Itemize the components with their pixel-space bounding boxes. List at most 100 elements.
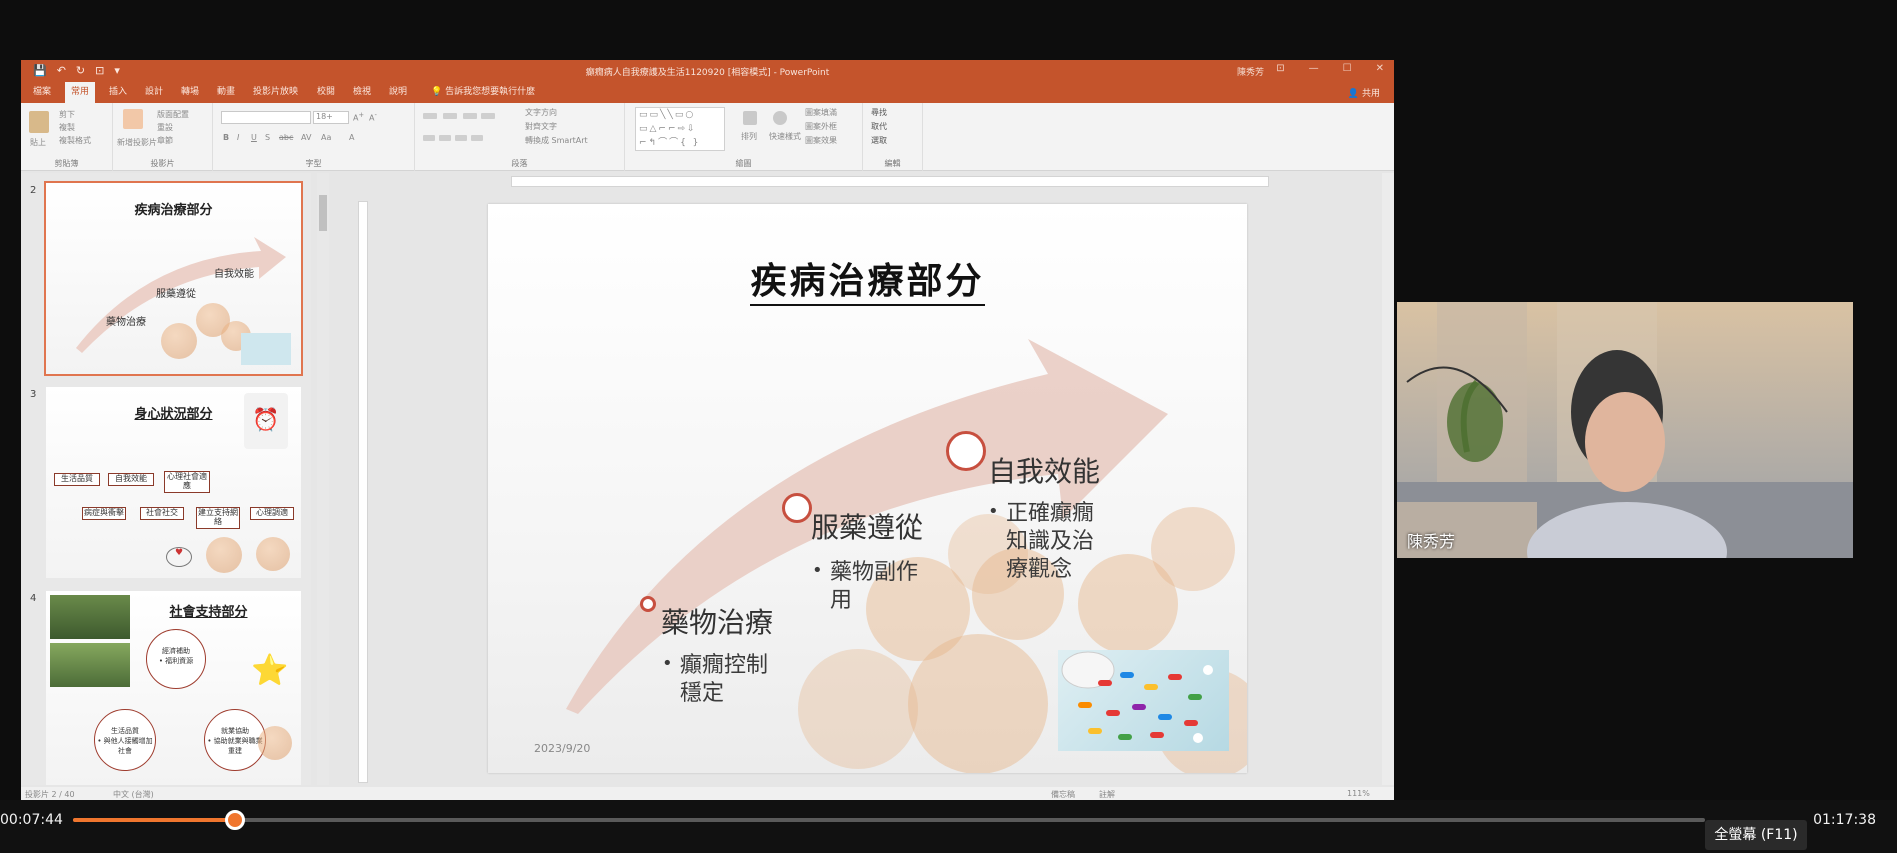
new-slide-icon[interactable] bbox=[123, 109, 143, 129]
layout-button[interactable]: 版面配置 bbox=[157, 109, 189, 120]
close-icon[interactable]: ✕ bbox=[1376, 63, 1384, 74]
font-name-box[interactable] bbox=[221, 111, 311, 124]
node-label-3: 自我效能 bbox=[988, 455, 1101, 488]
underline-button[interactable]: U bbox=[251, 133, 257, 142]
numbering-icon[interactable] bbox=[443, 113, 457, 119]
align-left-icon[interactable] bbox=[423, 135, 435, 141]
slide-title-text: 疾病治療部分 bbox=[750, 260, 985, 306]
group-label: 繪圖 bbox=[735, 159, 752, 168]
spacing-button[interactable]: AV bbox=[301, 133, 311, 142]
text-direction-button[interactable]: 文字方向 bbox=[525, 107, 557, 118]
replace-button[interactable]: 取代 bbox=[871, 121, 887, 132]
orange-decoration bbox=[256, 537, 290, 571]
quick-styles-button[interactable]: 快速樣式 bbox=[769, 131, 801, 142]
minimize-icon[interactable]: — bbox=[1309, 63, 1319, 74]
strikethrough-button[interactable]: abc bbox=[279, 133, 293, 142]
paste-icon[interactable] bbox=[29, 111, 49, 133]
align-center-icon[interactable] bbox=[439, 135, 451, 141]
node-bullet-3: • 正確癲癇知識及治療觀念 bbox=[988, 500, 1111, 584]
node-marker-3 bbox=[946, 431, 986, 471]
notes-button[interactable]: 備忘稿 bbox=[1051, 789, 1075, 800]
node-label-2: 服藥遵從 bbox=[811, 511, 924, 544]
tab-help[interactable]: 說明 bbox=[383, 82, 413, 103]
tab-file[interactable]: 檔案 bbox=[27, 82, 57, 103]
tab-review[interactable]: 校閱 bbox=[311, 82, 341, 103]
progress-fill bbox=[73, 818, 236, 822]
new-slide-button[interactable]: 新增投影片 bbox=[117, 137, 157, 148]
copy-button[interactable]: 複製 bbox=[59, 122, 75, 133]
slide-thumbnail-4[interactable]: 社會支持部分 經濟補助 • 福利資源 生活品質 • 與他人接觸增加社會 就業協助 • … bbox=[46, 591, 301, 785]
tab-slideshow[interactable]: 投影片放映 bbox=[247, 82, 304, 103]
shapes-gallery[interactable]: ▭▭╲╲▭○ ▭△⌐⌐⇨⇩ ⌐↰⌒⌒{ } bbox=[635, 107, 725, 151]
italic-button[interactable]: I bbox=[237, 133, 239, 142]
bullets-icon[interactable] bbox=[423, 113, 437, 119]
group-label: 投影片 bbox=[150, 159, 175, 168]
thumbnail-scrollbar[interactable] bbox=[317, 173, 329, 785]
bold-button[interactable]: B bbox=[223, 133, 229, 142]
paste-label[interactable]: 貼上 bbox=[30, 137, 46, 148]
share-button[interactable]: 👤 共用 bbox=[1348, 86, 1380, 99]
grow-font-button[interactable]: A+ bbox=[353, 111, 364, 123]
decrease-indent-icon[interactable] bbox=[463, 113, 477, 119]
format-painter-button[interactable]: 複製格式 bbox=[59, 135, 91, 146]
slide-thumbnail-2[interactable]: 疾病治療部分 藥物治療 服藥遵從 自我效能 bbox=[44, 181, 303, 376]
arrange-button[interactable]: 排列 bbox=[741, 131, 757, 142]
slide-thumbnail-3[interactable]: 身心狀況部分 ⏰ 生活品質 自我效能 心理社會適應 病症與衝擊 社會社交 建立支… bbox=[46, 387, 301, 578]
node-marker-1 bbox=[640, 596, 656, 612]
tab-insert[interactable]: 插入 bbox=[103, 82, 133, 103]
tell-me-search[interactable]: 💡 告訴我您想要執行什麼 bbox=[425, 82, 541, 103]
slide-scrollbar[interactable] bbox=[1382, 173, 1394, 785]
shadow-button[interactable]: S bbox=[265, 133, 270, 142]
cut-button[interactable]: 剪下 bbox=[59, 109, 75, 120]
tab-home[interactable]: 常用 bbox=[65, 82, 96, 103]
progress-track[interactable] bbox=[73, 818, 1705, 822]
current-slide[interactable]: 疾病治療部分 藥物治療 • 癲癇控制穩定 服藥遵從 • 藥物副作用 自我效能 • 正確… bbox=[488, 204, 1247, 773]
shape-effects-button[interactable]: 圖案效果 bbox=[805, 135, 837, 146]
tab-animations[interactable]: 動畫 bbox=[211, 82, 241, 103]
slide-title: 疾病治療部分 bbox=[488, 252, 1247, 306]
webcam-scene bbox=[1397, 302, 1853, 558]
group-font: 18+ A+ A- B I U S abc AV Aa A 字型 bbox=[213, 103, 415, 171]
group-paragraph: 文字方向 對齊文字 轉換成 SmartArt 段落 bbox=[415, 103, 625, 171]
group-label: 編輯 bbox=[884, 159, 901, 168]
group-photo-2 bbox=[50, 643, 130, 687]
arrange-icon[interactable] bbox=[743, 111, 757, 125]
quick-styles-icon[interactable] bbox=[773, 111, 787, 125]
comments-button[interactable]: 註解 bbox=[1099, 789, 1115, 800]
align-text-button[interactable]: 對齊文字 bbox=[525, 121, 557, 132]
document-title: 癲癇病人自我療護及生活1120920 [相容模式] - PowerPoint bbox=[585, 68, 830, 78]
align-right-icon[interactable] bbox=[455, 135, 467, 141]
thumb-box: 社會社交 bbox=[140, 507, 184, 520]
account-name[interactable]: 陳秀芳 bbox=[1237, 65, 1264, 78]
thumb-box: 心理調適 bbox=[250, 507, 294, 520]
zoom-level[interactable]: 111% bbox=[1347, 789, 1370, 798]
increase-indent-icon[interactable] bbox=[481, 113, 495, 119]
section-button[interactable]: 章節 bbox=[157, 135, 173, 146]
reset-button[interactable]: 重設 bbox=[157, 122, 173, 133]
find-button[interactable]: 尋找 bbox=[871, 107, 887, 118]
shrink-font-button[interactable]: A- bbox=[369, 111, 377, 123]
language-indicator[interactable]: 中文 (台灣) bbox=[113, 789, 154, 800]
justify-icon[interactable] bbox=[471, 135, 483, 141]
progress-knob[interactable] bbox=[224, 810, 245, 830]
convert-smartart-button[interactable]: 轉換成 SmartArt bbox=[525, 135, 588, 146]
tab-view[interactable]: 檢視 bbox=[347, 82, 377, 103]
select-button[interactable]: 選取 bbox=[871, 135, 887, 146]
thumb-circle-sub: • 福利資源 bbox=[158, 657, 194, 665]
group-editing: 尋找 取代 選取 編輯 bbox=[863, 103, 923, 171]
maximize-icon[interactable]: ☐ bbox=[1343, 63, 1352, 74]
tab-design[interactable]: 設計 bbox=[139, 82, 169, 103]
scroll-thumb[interactable] bbox=[319, 195, 327, 231]
thumb-box: 病症與衝擊 bbox=[82, 507, 126, 520]
shape-outline-button[interactable]: 圖案外框 bbox=[805, 121, 837, 132]
node-bullet-text-3: 正確癲癇知識及治療觀念 bbox=[1006, 501, 1095, 583]
thumb-circle-sub: • 協助就業與職業重建 bbox=[207, 737, 263, 755]
ribbon-display-icon[interactable]: ⊡ bbox=[1276, 63, 1284, 74]
font-size-box[interactable]: 18+ bbox=[313, 111, 349, 124]
shape-fill-button[interactable]: 圖案填滿 bbox=[805, 107, 837, 118]
fullscreen-tooltip: 全螢幕 (F11) bbox=[1705, 820, 1807, 850]
tab-transitions[interactable]: 轉場 bbox=[175, 82, 205, 103]
group-drawing: ▭▭╲╲▭○ ▭△⌐⌐⇨⇩ ⌐↰⌒⌒{ } 排列 快速樣式 圖案填滿 圖案外框 圖案… bbox=[625, 103, 863, 171]
font-color-button[interactable]: A bbox=[349, 133, 354, 142]
change-case-button[interactable]: Aa bbox=[321, 133, 331, 142]
